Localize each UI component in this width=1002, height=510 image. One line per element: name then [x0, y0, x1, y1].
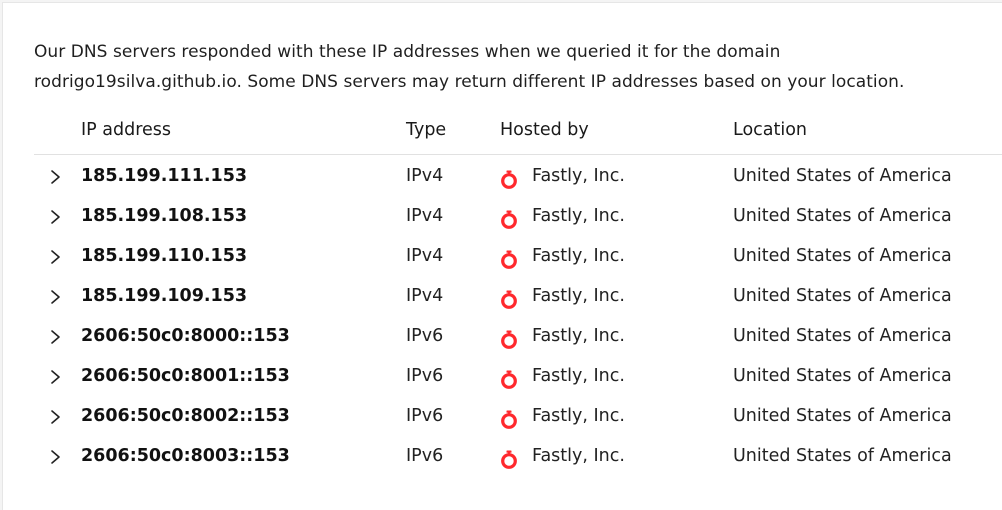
- ip-type-cell: IPv4: [406, 246, 444, 266]
- table-row[interactable]: 185.199.108.153 IPv4 Fastly, Inc. United St…: [34, 197, 1002, 237]
- hosted-by-cell: Fastly, Inc.: [532, 166, 625, 186]
- chevron-right-icon[interactable]: [48, 368, 63, 386]
- chevron-right-icon[interactable]: [48, 248, 63, 266]
- table-header: IP address Type Hosted by Location: [34, 113, 1002, 155]
- ip-type-cell: IPv6: [406, 406, 444, 426]
- ip-type-cell: IPv6: [406, 446, 444, 466]
- hosted-by-cell: Fastly, Inc.: [532, 246, 625, 266]
- fastly-logo-icon: [500, 170, 518, 189]
- hosted-by-cell: Fastly, Inc.: [532, 446, 625, 466]
- fastly-logo-icon: [500, 330, 518, 349]
- ip-address-cell: 185.199.110.153: [81, 246, 248, 266]
- location-cell: United States of America: [733, 406, 952, 426]
- ip-address-table: IP address Type Hosted by Location 185.1…: [34, 113, 1002, 477]
- location-cell: United States of America: [733, 206, 952, 226]
- dns-results-card: Our DNS servers responded with these IP …: [2, 2, 1002, 510]
- table-row[interactable]: 185.199.110.153 IPv4 Fastly, Inc. United St…: [34, 237, 1002, 277]
- location-cell: United States of America: [733, 286, 952, 306]
- chevron-right-icon[interactable]: [48, 328, 63, 346]
- fastly-logo-icon: [500, 370, 518, 389]
- hosted-by-cell: Fastly, Inc.: [532, 206, 625, 226]
- ip-address-cell: 185.199.111.153: [81, 166, 248, 186]
- chevron-right-icon[interactable]: [48, 288, 63, 306]
- ip-address-cell: 2606:50c0:8001::153: [81, 366, 290, 386]
- ip-type-cell: IPv4: [406, 166, 444, 186]
- table-row[interactable]: 185.199.109.153 IPv4 Fastly, Inc. United St…: [34, 277, 1002, 317]
- header-type: Type: [406, 120, 447, 140]
- ip-type-cell: IPv6: [406, 326, 444, 346]
- fastly-logo-icon: [500, 410, 518, 429]
- intro-text: Our DNS servers responded with these IP …: [34, 37, 994, 97]
- fastly-logo-icon: [500, 290, 518, 309]
- ip-address-cell: 2606:50c0:8000::153: [81, 326, 290, 346]
- location-cell: United States of America: [733, 326, 952, 346]
- hosted-by-cell: Fastly, Inc.: [532, 326, 625, 346]
- chevron-right-icon[interactable]: [48, 408, 63, 426]
- ip-address-cell: 2606:50c0:8002::153: [81, 406, 290, 426]
- fastly-logo-icon: [500, 210, 518, 229]
- table-row[interactable]: 2606:50c0:8000::153 IPv6 Fastly, Inc. Unite…: [34, 317, 1002, 357]
- ip-type-cell: IPv4: [406, 286, 444, 306]
- ip-address-cell: 185.199.109.153: [81, 286, 248, 306]
- table-row[interactable]: 2606:50c0:8002::153 IPv6 Fastly, Inc. Unite…: [34, 397, 1002, 437]
- intro-line-2: rodrigo19silva.github.io. Some DNS serve…: [34, 72, 905, 92]
- fastly-logo-icon: [500, 250, 518, 269]
- location-cell: United States of America: [733, 446, 952, 466]
- hosted-by-cell: Fastly, Inc.: [532, 286, 625, 306]
- ip-type-cell: IPv6: [406, 366, 444, 386]
- fastly-logo-icon: [500, 450, 518, 469]
- header-hosted-by: Hosted by: [500, 120, 589, 140]
- table-row[interactable]: 2606:50c0:8003::153 IPv6 Fastly, Inc. Unite…: [34, 437, 1002, 477]
- hosted-by-cell: Fastly, Inc.: [532, 406, 625, 426]
- table-row[interactable]: 185.199.111.153 IPv4 Fastly, Inc. United St…: [34, 157, 1002, 197]
- location-cell: United States of America: [733, 366, 952, 386]
- location-cell: United States of America: [733, 246, 952, 266]
- intro-line-1: Our DNS servers responded with these IP …: [34, 42, 781, 62]
- ip-address-cell: 185.199.108.153: [81, 206, 248, 226]
- table-row[interactable]: 2606:50c0:8001::153 IPv6 Fastly, Inc. Unite…: [34, 357, 1002, 397]
- ip-type-cell: IPv4: [406, 206, 444, 226]
- header-ip-address: IP address: [81, 120, 172, 140]
- ip-address-cell: 2606:50c0:8003::153: [81, 446, 290, 466]
- location-cell: United States of America: [733, 166, 952, 186]
- chevron-right-icon[interactable]: [48, 168, 63, 186]
- table-body: 185.199.111.153 IPv4 Fastly, Inc. United St…: [34, 157, 1002, 477]
- hosted-by-cell: Fastly, Inc.: [532, 366, 625, 386]
- chevron-right-icon[interactable]: [48, 208, 63, 226]
- header-location: Location: [733, 120, 808, 140]
- chevron-right-icon[interactable]: [48, 448, 63, 466]
